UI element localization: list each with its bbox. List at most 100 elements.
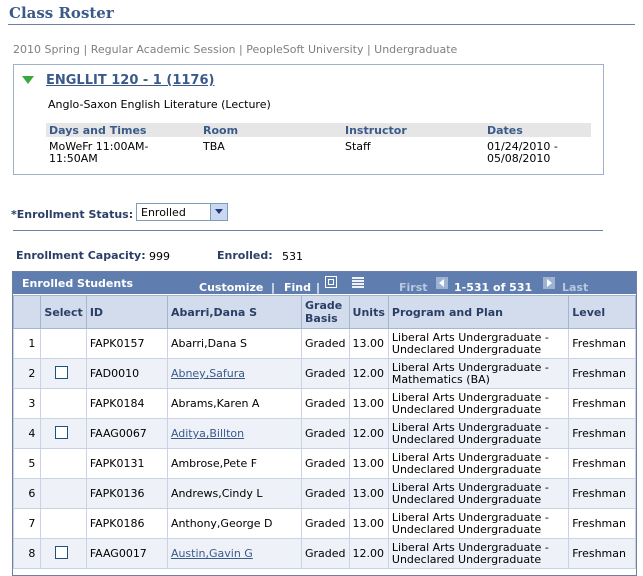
- room-value: TBA: [203, 140, 225, 153]
- units: 12.00: [348, 418, 389, 449]
- level: Freshman: [568, 538, 636, 569]
- table-row: 4 FAAG0067 Aditya,Billton Graded 12.00 Libera…: [12, 418, 636, 449]
- select-cell: [40, 538, 87, 569]
- customize-link[interactable]: Customize: [199, 281, 263, 294]
- grade-basis: Graded: [301, 328, 350, 359]
- select-cell: [40, 478, 87, 509]
- grid-title: Enrolled Students: [22, 277, 134, 290]
- enrolled-label: Enrolled:: [217, 249, 273, 262]
- table-row: 7 FAPK0186 Anthony,George D Graded 13.00 Libe…: [12, 508, 636, 539]
- enrollment-status-value[interactable]: Enrolled: [141, 206, 186, 219]
- level: Freshman: [568, 388, 636, 419]
- class-description: Anglo-Saxon English Literature (Lecture): [48, 98, 271, 111]
- student-name: Andrews,Cindy L: [166, 478, 303, 509]
- table-row: 2 FAD0010 Abney,Safura Graded 12.00 Liberal A…: [12, 358, 636, 389]
- col-units[interactable]: Units: [348, 295, 389, 329]
- student-name: Austin,Gavin G: [166, 538, 303, 569]
- level: Freshman: [568, 508, 636, 539]
- program-plan: Liberal Arts Undergraduate - Undeclared …: [387, 538, 570, 569]
- student-id: FAAG0017: [85, 538, 168, 569]
- prev-arrow-icon[interactable]: [436, 277, 448, 289]
- student-name-link[interactable]: Austin,Gavin G: [171, 547, 253, 560]
- page-title: Class Roster: [9, 4, 114, 22]
- table-row: 6 FAPK0136 Andrews,Cindy L Graded 13.00 Liber…: [12, 478, 636, 509]
- table-row: 5 FAPK0131 Ambrose,Pete F Graded 13.00 Libera…: [12, 448, 636, 479]
- roster-table: Select ID Abarri,Dana S Grade Basis Unit…: [12, 295, 636, 569]
- select-checkbox[interactable]: [55, 545, 69, 559]
- row-number: 4: [12, 418, 42, 449]
- select-checkbox[interactable]: [55, 365, 69, 379]
- student-name: Ambrose,Pete F: [166, 448, 303, 479]
- header-days-times: Days and Times: [49, 124, 147, 137]
- student-name: Anthony,George D: [166, 508, 303, 539]
- instructor-value: Staff: [345, 140, 371, 153]
- units: 13.00: [348, 328, 389, 359]
- units: 12.00: [348, 358, 389, 389]
- class-link[interactable]: ENGLLIT 120 - 1 (1176): [46, 73, 214, 88]
- units: 13.00: [348, 478, 389, 509]
- col-level[interactable]: Level: [568, 295, 636, 329]
- program-plan: Liberal Arts Undergraduate - Undeclared …: [387, 328, 570, 359]
- col-id[interactable]: ID: [85, 295, 168, 329]
- student-name-link[interactable]: Abney,Safura: [171, 367, 245, 380]
- col-grade-basis[interactable]: Grade Basis: [301, 295, 350, 329]
- row-number: 5: [12, 448, 42, 479]
- next-arrow-icon[interactable]: [543, 277, 555, 289]
- grade-basis: Graded: [301, 358, 350, 389]
- grade-basis: Graded: [301, 508, 350, 539]
- separator: |: [271, 281, 276, 294]
- units: 13.00: [348, 388, 389, 419]
- separator: |: [316, 281, 321, 294]
- download-grid-icon[interactable]: [352, 276, 364, 288]
- grade-basis: Graded: [301, 448, 350, 479]
- enrollment-status-label: *Enrollment Status:: [11, 208, 134, 221]
- header-room: Room: [203, 124, 239, 137]
- units: 13.00: [348, 448, 389, 479]
- row-number: 1: [12, 328, 42, 359]
- student-name: Abney,Safura: [166, 358, 303, 389]
- row-number: 8: [12, 538, 42, 569]
- grade-basis: Graded: [301, 538, 350, 569]
- student-id: FAPK0184: [85, 388, 168, 419]
- table-row: 3 FAPK0184 Abrams,Karen A Graded 13.00 Libera…: [12, 388, 636, 419]
- level: Freshman: [568, 418, 636, 449]
- student-id: FAD0010: [85, 358, 168, 389]
- level: Freshman: [568, 328, 636, 359]
- chevron-down-icon[interactable]: [210, 204, 227, 220]
- section-divider: [13, 230, 603, 231]
- select-cell: [40, 358, 87, 389]
- col-program-plan[interactable]: Program and Plan: [387, 295, 570, 329]
- student-name: Abrams,Karen A: [166, 388, 303, 419]
- student-id: FAAG0067: [85, 418, 168, 449]
- row-range: 1-531 of 531: [454, 281, 533, 294]
- table-row: 8 FAAG0017 Austin,Gavin G Graded 12.00 Libera…: [12, 538, 636, 569]
- grade-basis: Graded: [301, 418, 350, 449]
- capacity-value: 999: [149, 250, 170, 263]
- first-link[interactable]: First: [399, 281, 428, 294]
- units: 13.00: [348, 508, 389, 539]
- enrolled-value: 531: [282, 250, 303, 263]
- student-name: Abarri,Dana S: [166, 328, 303, 359]
- level: Freshman: [568, 478, 636, 509]
- last-link[interactable]: Last: [562, 281, 588, 294]
- view-all-icon[interactable]: [325, 276, 337, 288]
- col-select[interactable]: Select: [40, 295, 87, 329]
- row-number: 3: [12, 388, 42, 419]
- find-link[interactable]: Find: [284, 281, 311, 294]
- student-name: Aditya,Billton: [166, 418, 303, 449]
- level: Freshman: [568, 448, 636, 479]
- capacity-label: Enrollment Capacity:: [16, 249, 146, 262]
- collapse-triangle-icon[interactable]: [22, 76, 34, 84]
- select-checkbox[interactable]: [55, 425, 69, 439]
- row-number: 2: [12, 358, 42, 389]
- student-id: FAPK0157: [85, 328, 168, 359]
- col-name[interactable]: Abarri,Dana S: [166, 295, 303, 329]
- header-dates: Dates: [487, 124, 523, 137]
- days-times-value: MoWeFr 11:00AM- 11:50AM: [49, 140, 149, 165]
- col-rownum: [12, 295, 42, 329]
- program-plan: Liberal Arts Undergraduate - Undeclared …: [387, 478, 570, 509]
- row-number: 7: [12, 508, 42, 539]
- student-name-link[interactable]: Aditya,Billton: [171, 427, 244, 440]
- select-cell: [40, 508, 87, 539]
- units: 12.00: [348, 538, 389, 569]
